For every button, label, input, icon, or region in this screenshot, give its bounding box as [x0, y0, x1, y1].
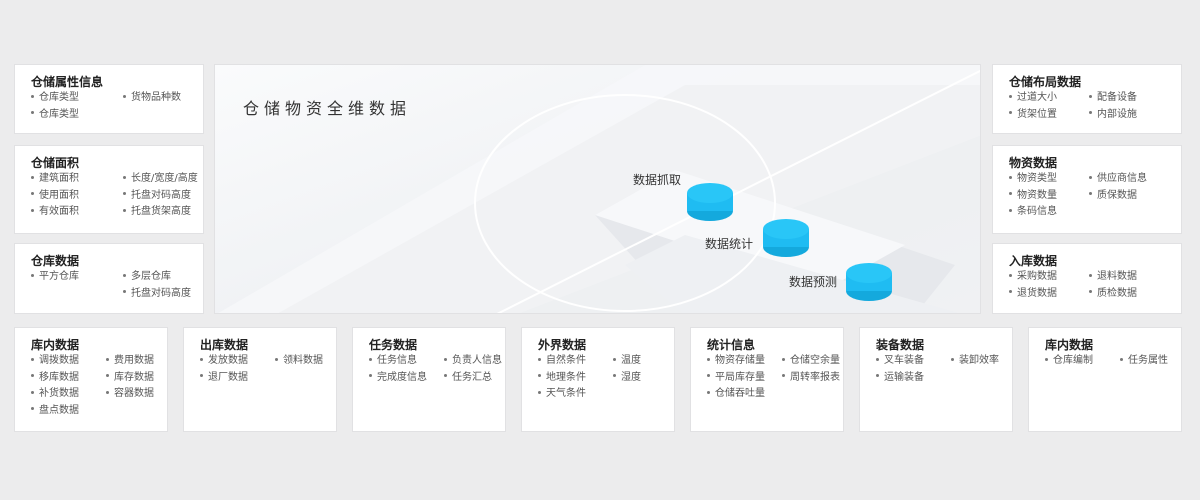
left-card: 仓储属性信息 仓库类型 仓库类型 货物品种数	[14, 64, 204, 134]
right-card: 物资数据物资类型物资数量条码信息 供应商信息质保数据	[992, 145, 1182, 234]
list-item: 负责人信息	[444, 355, 502, 367]
list-item: 多层仓库	[123, 271, 171, 283]
list-item: 过道大小	[1009, 92, 1057, 104]
card-title: 仓库数据	[31, 254, 80, 268]
list-item: 仓储空余量	[782, 355, 840, 367]
card-title: 任务数据	[369, 338, 418, 352]
list-item: 采购数据	[1009, 271, 1057, 283]
card-title: 仓储面积	[31, 156, 80, 170]
right-card: 入库数据采购数据退货数据 退料数据质检数据	[992, 243, 1182, 314]
list-item: 托盘对码高度	[123, 190, 191, 202]
bottom-card: 外界数据自然条件地理条件天气条件 温度湿度	[521, 327, 675, 432]
list-item: 天气条件	[538, 388, 586, 400]
list-item: 发放数据	[200, 355, 248, 367]
list-item: 移库数据	[31, 372, 79, 384]
list-item: 运输装备	[876, 372, 924, 384]
bottom-card: 出库数据发放数据退厂数据 领料数据	[183, 327, 337, 432]
right-card: 仓储布局数据 过道大小货架位置 配备设备内部设施	[992, 64, 1182, 134]
list-item: 完成度信息	[369, 372, 427, 384]
list-item: 托盘货架高度	[123, 206, 191, 218]
list-item: 周转率报表	[782, 372, 840, 384]
list-item: 仓库编制	[1045, 355, 1093, 367]
card-title: 统计信息	[707, 338, 756, 352]
list-item: 退货数据	[1009, 288, 1057, 300]
card-title: 仓储布局数据	[1009, 75, 1082, 89]
bottom-card: 任务数据任务信息完成度信息 负责人信息任务汇总	[352, 327, 506, 432]
list-item: 任务汇总	[444, 372, 492, 384]
bottom-card: 装备数据叉车装备运输装备 装卸效率	[859, 327, 1013, 432]
hero-title: 仓储物资全维数据	[243, 99, 412, 118]
list-item: 任务属性	[1120, 355, 1168, 367]
list-item: 退料数据	[1089, 271, 1137, 283]
label-data-forecast: 数据预测	[789, 275, 838, 289]
bottom-card: 库内数据仓库编制 任务属性	[1028, 327, 1182, 432]
list-item: 费用数据	[106, 355, 154, 367]
list-item: 货架位置	[1009, 109, 1057, 121]
list-item: 平局库存量	[707, 372, 765, 384]
list-item: 补货数据	[31, 388, 79, 400]
list-item: 容器数据	[106, 388, 154, 400]
list-item: 温度	[613, 355, 641, 367]
disc-icon	[763, 219, 809, 257]
card-title: 外界数据	[538, 338, 587, 352]
list-item: 托盘对码高度	[123, 288, 191, 300]
card-title: 物资数据	[1009, 156, 1058, 170]
card-title: 库内数据	[31, 338, 80, 352]
list-item: 自然条件	[538, 355, 586, 367]
list-item: 叉车装备	[876, 355, 924, 367]
list-item: 领料数据	[275, 355, 323, 367]
list-item: 使用面积	[31, 190, 79, 202]
list-item: 调拨数据	[31, 355, 79, 367]
list-item: 任务信息	[369, 355, 417, 367]
card-title: 出库数据	[200, 338, 249, 352]
list-item: 建筑面积	[31, 173, 79, 185]
list-item: 仓库类型	[31, 92, 79, 104]
label-data-statistics: 数据统计	[705, 237, 754, 251]
list-item: 盘点数据	[31, 405, 79, 417]
list-item: 平方仓库	[31, 271, 79, 283]
card-title: 库内数据	[1045, 338, 1094, 352]
card-title: 仓储属性信息	[31, 75, 104, 89]
list-item: 装卸效率	[951, 355, 999, 367]
list-item: 长度/宽度/高度	[123, 173, 198, 185]
list-item: 有效面积	[31, 206, 79, 218]
list-item: 退厂数据	[200, 372, 248, 384]
list-item: 物资类型	[1009, 173, 1057, 185]
hero-panel: 仓储物资全维数据 数据抓取 数据统计 数据预测	[214, 64, 981, 314]
list-item: 货物品种数	[123, 92, 181, 104]
list-item: 地理条件	[538, 372, 586, 384]
label-data-capture: 数据抓取	[633, 173, 682, 187]
card-title: 装备数据	[876, 338, 925, 352]
disc-icon	[846, 263, 892, 301]
list-item: 质检数据	[1089, 288, 1137, 300]
bottom-card: 统计信息物资存储量平局库存量仓储吞吐量 仓储空余量周转率报表	[690, 327, 844, 432]
bottom-card: 库内数据调拨数据移库数据补货数据盘点数据 费用数据库存数据容器数据	[14, 327, 168, 432]
list-item: 湿度	[613, 372, 641, 384]
left-card: 仓库数据平方仓库 多层仓库托盘对码高度	[14, 243, 204, 314]
list-item: 内部设施	[1089, 109, 1137, 121]
card-title: 入库数据	[1009, 254, 1058, 268]
list-item: 仓库类型	[31, 109, 79, 121]
list-item: 物资数量	[1009, 190, 1057, 202]
list-item: 条码信息	[1009, 206, 1057, 218]
list-item: 配备设备	[1089, 92, 1137, 104]
list-item: 物资存储量	[707, 355, 765, 367]
left-card: 仓储面积建筑面积使用面积有效面积 长度/宽度/高度 托盘对码高度 托盘货架高度	[14, 145, 204, 234]
list-item: 库存数据	[106, 372, 154, 384]
list-item: 质保数据	[1089, 190, 1137, 202]
list-item: 供应商信息	[1089, 173, 1147, 185]
disc-icon	[687, 183, 733, 221]
list-item: 仓储吞吐量	[707, 388, 765, 400]
